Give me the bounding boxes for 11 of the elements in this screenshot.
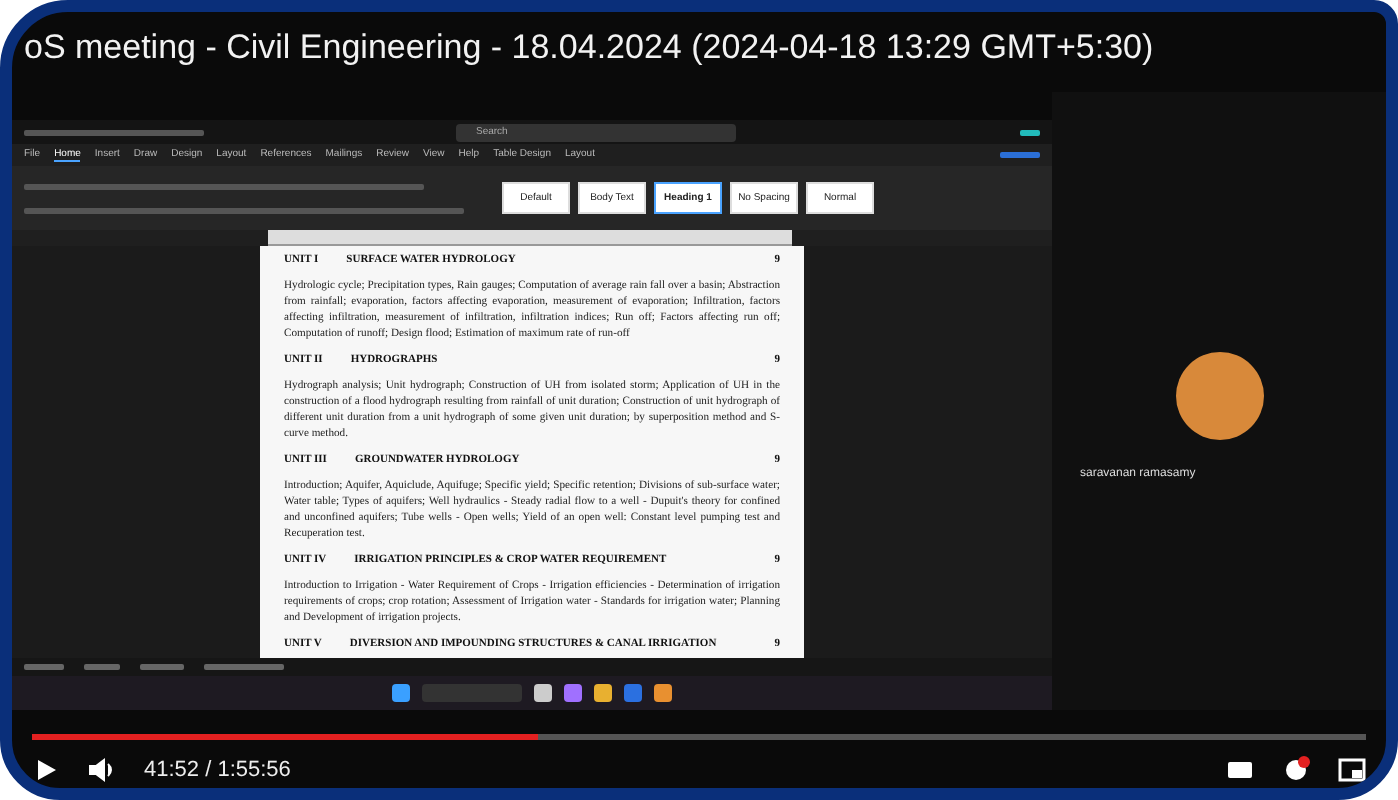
start-icon[interactable] xyxy=(392,684,410,702)
volume-icon[interactable] xyxy=(88,756,116,784)
progress-track[interactable] xyxy=(32,734,1366,740)
playback-time: 41:52 / 1:55:56 xyxy=(144,758,291,782)
subtitles-icon[interactable] xyxy=(1226,756,1254,784)
folder-icon[interactable] xyxy=(594,684,612,702)
participant-avatar xyxy=(1175,352,1263,440)
miniplayer-icon[interactable] xyxy=(1338,756,1366,784)
share-control-drawing xyxy=(1000,152,1040,158)
video-title: oS meeting - Civil Engineering - 18.04.2024 (2024-04-18 13:29 GMT+5:30) xyxy=(22,26,1156,70)
play-icon[interactable] xyxy=(32,756,60,784)
